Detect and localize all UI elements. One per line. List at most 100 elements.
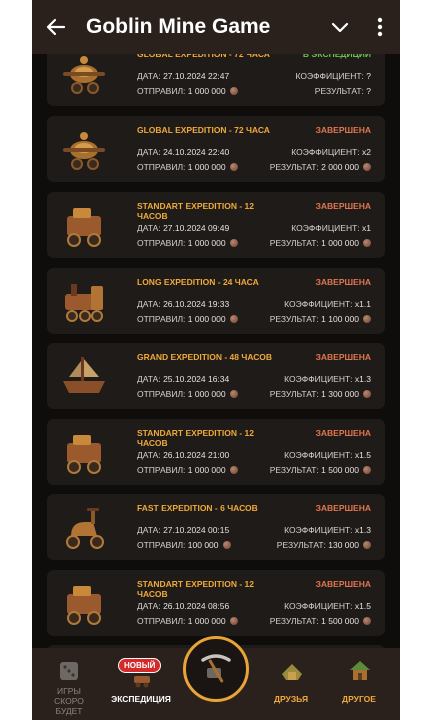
date-label: ДАТА: [137,299,161,309]
collapse-button[interactable] [320,0,360,54]
expedition-card[interactable]: STANDART EXPEDITION - 12 ЧАСОВ ЗАВЕРШЕНА… [47,570,385,636]
nav-other[interactable]: ДРУГОЕ [322,648,396,720]
sent-row: ОТПРАВИЛ: 1 000 000 [137,616,238,626]
coin-icon [229,315,238,323]
coef-label: КОЭФФИЦИЕНТ: [284,450,353,460]
nav-friends[interactable]: ДРУЗЬЯ [254,648,328,720]
status-badge: ЗАВЕРШЕНА [315,428,371,438]
sent-value: 1 000 000 [187,238,226,248]
village-icon [282,664,302,680]
sent-row: ОТПРАВИЛ: 1 000 000 [137,238,238,248]
status-badge: ЗАВЕРШЕНА [315,201,371,211]
result-row: РЕЗУЛЬТАТ: 1 000 000 [270,238,371,248]
sent-value: 1 000 000 [187,86,226,96]
result-label: РЕЗУЛЬТАТ: [276,540,326,550]
coef-row: КОЭФФИЦИЕНТ: x1.1 [284,299,371,309]
chevron-down-icon [331,22,349,33]
result-value: 1 500 000 [321,465,359,475]
coef-value: ? [366,71,371,81]
expedition-name: GRAND EXPEDITION - 48 ЧАСОВ [137,352,272,362]
result-value: 1 300 000 [321,389,359,399]
coef-row: КОЭФФИЦИЕНТ: x1.5 [284,450,371,460]
date-value: 27.10.2024 00:15 [163,525,230,535]
more-menu-button[interactable] [360,0,400,54]
coef-row: КОЭФФИЦИЕНТ: x1.3 [284,374,371,384]
date-value: 27.10.2024 22:47 [163,71,230,81]
expedition-card[interactable]: GLOBAL EXPEDITION - 72 ЧАСА ЗАВЕРШЕНА ДА… [47,116,385,182]
result-row: РЕЗУЛЬТАТ: 130 000 [277,540,371,550]
expedition-name: LONG EXPEDITION - 24 ЧАСА [137,277,259,287]
sent-label: ОТПРАВИЛ: [137,86,186,96]
sent-label: ОТПРАВИЛ: [137,238,186,248]
sent-row: ОТПРАВИЛ: 1 000 000 [137,162,238,172]
status-badge: ЗАВЕРШЕНА [315,579,371,589]
coef-label: КОЭФФИЦИЕНТ: [291,147,360,157]
expedition-card[interactable]: LONG EXPEDITION - 24 ЧАСА ЗАВЕРШЕНА ДАТА… [47,268,385,334]
expedition-name: STANDART EXPEDITION - 12 ЧАСОВ [137,428,254,448]
coef-label: КОЭФФИЦИЕНТ: [291,223,360,233]
sent-row: ОТПРАВИЛ: 1 000 000 [137,86,238,96]
date-row: ДАТА: 27.10.2024 09:49 [137,223,229,233]
coin-icon [363,315,371,323]
date-label: ДАТА: [137,71,161,81]
app-screen: Goblin Mine Game GLOBAL EXPEDITION - 72 … [32,0,400,720]
result-row: РЕЗУЛЬТАТ: 1 500 000 [270,616,371,626]
mine-button[interactable] [183,636,249,702]
status-badge: ЗАВЕРШЕНА [315,352,371,362]
coef-value: x1.5 [354,450,371,460]
cart-icon [67,435,101,474]
sent-value: 1 000 000 [187,389,226,399]
date-label: ДАТА: [137,525,161,535]
result-value: 1 500 000 [321,616,359,626]
date-value: 26.10.2024 19:33 [163,299,230,309]
status-badge: ЗАВЕРШЕНА [315,277,371,287]
coef-row: КОЭФФИЦИЕНТ: x1 [291,223,371,233]
sent-value: 1 000 000 [187,162,226,172]
dice-icon [60,662,78,680]
date-row: ДАТА: 26.10.2024 21:00 [137,450,229,460]
result-label: РЕЗУЛЬТАТ: [269,314,319,324]
date-value: 24.10.2024 22:40 [163,147,230,157]
result-value: ? [366,86,371,96]
airship-icon [63,132,105,170]
coin-icon [363,617,371,625]
nav-games[interactable]: ИГРЫ СКОРО БУДЕТ [32,648,106,720]
sent-label: ОТПРАВИЛ: [137,465,186,475]
cart-icon [67,586,101,625]
date-row: ДАТА: 27.10.2024 22:47 [137,71,229,81]
date-label: ДАТА: [137,223,161,233]
coef-label: КОЭФФИЦИЕНТ: [284,299,353,309]
expedition-card[interactable]: STANDART EXPEDITION - 12 ЧАСОВ ЗАВЕРШЕНА… [47,192,385,258]
result-value: 1 100 000 [321,314,359,324]
sent-row: ОТПРАВИЛ: 100 000 [137,540,231,550]
scooter-icon [66,508,104,549]
date-label: ДАТА: [137,450,161,460]
expedition-card[interactable]: GRAND EXPEDITION - 48 ЧАСОВ ЗАВЕРШЕНА ДА… [47,343,385,409]
status-badge: ЗАВЕРШЕНА [315,503,371,513]
date-label: ДАТА: [137,601,161,611]
result-row: РЕЗУЛЬТАТ: 1 100 000 [270,314,371,324]
page-title: Goblin Mine Game [86,15,271,38]
coin-icon [363,390,371,398]
date-row: ДАТА: 25.10.2024 16:34 [137,374,229,384]
expedition-card[interactable]: STANDART EXPEDITION - 12 ЧАСОВ ЗАВЕРШЕНА… [47,419,385,485]
coin-icon [222,541,231,549]
coin-icon [229,617,238,625]
coin-icon [229,390,238,398]
date-value: 26.10.2024 08:56 [163,601,230,611]
date-label: ДАТА: [137,374,161,384]
back-button[interactable] [32,0,80,54]
top-app-bar: Goblin Mine Game [32,0,400,54]
nav-expedition[interactable]: НОВЫЙ ЭКСПЕДИЦИЯ [104,648,178,720]
date-label: ДАТА: [137,147,161,157]
coef-row: КОЭФФИЦИЕНТ: x1.5 [284,601,371,611]
coef-value: x1.3 [354,374,371,384]
result-row: РЕЗУЛЬТАТ: ? [315,86,371,96]
sent-label: ОТПРАВИЛ: [137,540,186,550]
expedition-card[interactable]: FAST EXPEDITION - 6 ЧАСОВ ЗАВЕРШЕНА ДАТА… [47,494,385,560]
pickaxe-icon [201,654,231,683]
result-value: 1 000 000 [321,238,359,248]
coef-value: x1 [362,223,371,233]
airship-icon [63,56,105,94]
date-row: ДАТА: 26.10.2024 08:56 [137,601,229,611]
